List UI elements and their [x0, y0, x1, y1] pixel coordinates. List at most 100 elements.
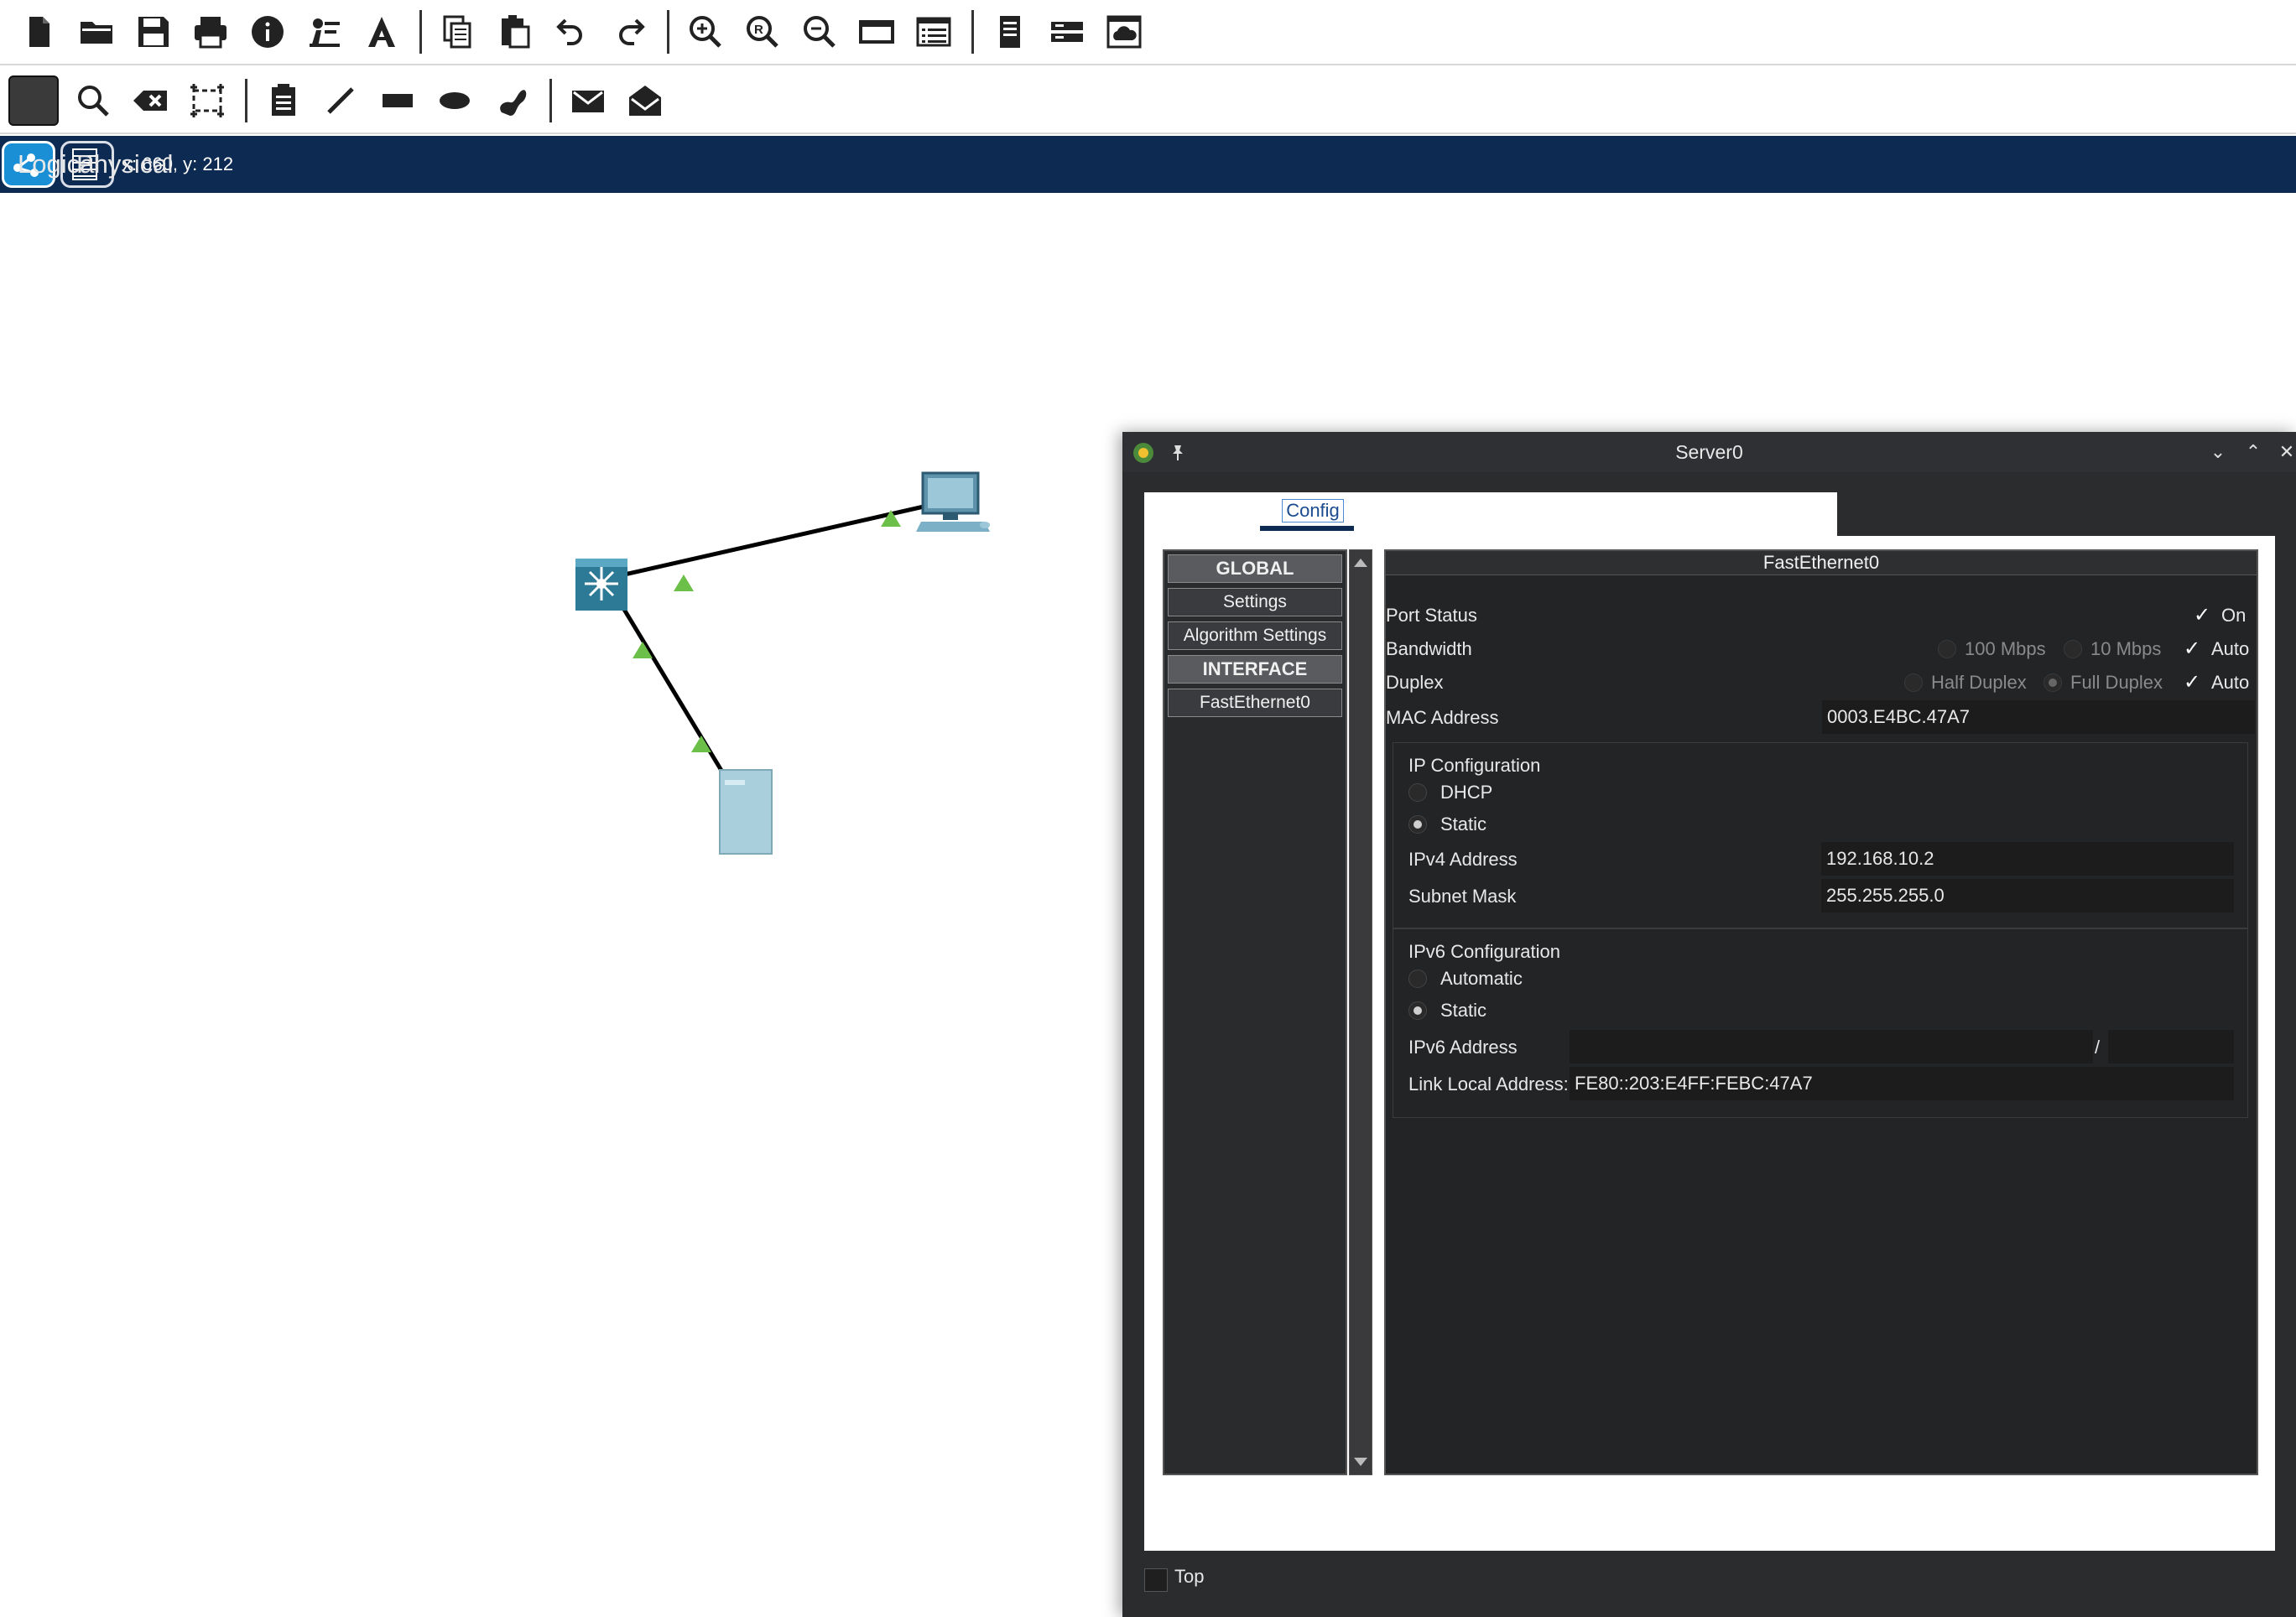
inspect-icon[interactable]	[65, 73, 121, 128]
chevron-up-icon[interactable]: ⌃	[2241, 440, 2265, 464]
network-info-icon[interactable]	[297, 4, 352, 60]
link-switch-pc[interactable]	[620, 502, 932, 578]
port-status-label: Port Status	[1386, 605, 1477, 626]
scroll-up-icon[interactable]	[1354, 559, 1367, 567]
bandwidth-label: Bandwidth	[1386, 638, 1472, 659]
custom-devices-icon[interactable]	[354, 4, 409, 60]
scroll-down-icon[interactable]	[1354, 1458, 1367, 1466]
open-folder-icon[interactable]	[69, 4, 124, 60]
draw-ellipse-icon[interactable]	[427, 73, 482, 128]
svg-text:R: R	[754, 23, 763, 37]
ipv6-automatic-radio[interactable]	[1408, 970, 1427, 988]
interface-title: FastEthernet0	[1386, 551, 2257, 575]
viewport-icon[interactable]	[982, 4, 1038, 60]
logical-mode-button[interactable]: Logical	[2, 141, 100, 188]
nav-algorithm-settings[interactable]: Algorithm Settings	[1168, 621, 1342, 650]
info-icon[interactable]	[240, 4, 295, 60]
print-icon[interactable]	[183, 4, 238, 60]
nav-global-header[interactable]: GLOBAL	[1168, 554, 1342, 583]
draw-line-icon[interactable]	[313, 73, 368, 128]
duplex-label: Duplex	[1386, 672, 1444, 693]
config-navigation-list: GLOBAL Settings Algorithm Settings INTER…	[1163, 549, 1347, 1475]
static-ip-label: Static	[1440, 814, 1487, 834]
server-icon[interactable]	[719, 769, 773, 855]
dhcp-radio[interactable]	[1408, 783, 1427, 802]
subnet-mask-label: Subnet Mask	[1408, 886, 1517, 907]
save-icon[interactable]	[126, 4, 181, 60]
static-ip-radio[interactable]	[1408, 815, 1427, 834]
add-simple-pdu-icon[interactable]	[560, 73, 616, 128]
link-local-address-label: Link Local Address:	[1408, 1074, 1569, 1094]
ipv6-static-label: Static	[1440, 1000, 1487, 1021]
undo-icon[interactable]	[544, 4, 600, 60]
tab-strip: Config	[1144, 492, 1837, 531]
draw-rectangle-icon[interactable]	[370, 73, 425, 128]
close-icon[interactable]: ✕	[2275, 440, 2296, 464]
interface-config-panel: FastEthernet0 Port Status ✓ On Bandwidth…	[1384, 549, 2258, 1475]
resize-shape-icon[interactable]	[180, 73, 235, 128]
nav-scrollbar[interactable]	[1349, 549, 1372, 1475]
bandwidth-100-radio[interactable]	[1938, 640, 1956, 658]
dialog-titlebar[interactable]: Server0 ⌄ ⌃ ✕	[1122, 432, 2296, 472]
port-status-on-label: On	[2221, 605, 2247, 626]
toolbar-separator	[971, 10, 974, 54]
nav-settings[interactable]: Settings	[1168, 588, 1342, 616]
main-toolbar: R	[0, 0, 2296, 65]
bandwidth-auto-label: Auto	[2211, 638, 2250, 659]
ipv6-configuration-group: IPv6 Configuration Automatic Static IPv6…	[1393, 928, 2248, 1118]
paste-icon[interactable]	[487, 4, 543, 60]
cloud-icon[interactable]	[1096, 4, 1152, 60]
edit-toolbar	[0, 69, 2296, 134]
dialog-title: Server0	[1675, 440, 1743, 463]
ipv6-prefix-input[interactable]	[2108, 1030, 2234, 1063]
link-up-indicator	[691, 736, 711, 752]
ipv6-static-radio[interactable]	[1408, 1001, 1427, 1020]
full-duplex-radio[interactable]	[2043, 673, 2062, 692]
bandwidth-100-label: 100 Mbps	[1965, 638, 2046, 659]
subnet-mask-input[interactable]: 255.255.255.0	[1821, 879, 2234, 912]
link-local-address-field[interactable]: FE80::203:E4FF:FEBC:47A7	[1570, 1067, 2234, 1100]
top-checkbox[interactable]	[1144, 1568, 1168, 1592]
ipv6-configuration-label: IPv6 Configuration	[1408, 941, 1560, 962]
port-status-checkbox[interactable]: ✓	[2193, 606, 2211, 626]
zoom-reset-icon[interactable]: R	[735, 4, 790, 60]
top-checkbox-label: Top	[1174, 1566, 1205, 1587]
dhcp-label: DHCP	[1440, 782, 1493, 803]
zoom-out-icon[interactable]	[792, 4, 847, 60]
select-icon[interactable]	[8, 75, 59, 126]
bandwidth-10-radio[interactable]	[2064, 640, 2082, 658]
ipv4-address-label: IPv4 Address	[1408, 849, 1518, 870]
ip-configuration-label: IP Configuration	[1408, 755, 1541, 776]
note-icon[interactable]	[256, 73, 311, 128]
bandwidth-auto-checkbox[interactable]: ✓	[2183, 639, 2201, 659]
tab-active-indicator	[1260, 526, 1354, 531]
half-duplex-radio[interactable]	[1904, 673, 1923, 692]
half-duplex-label: Half Duplex	[1931, 672, 2027, 693]
toolbar-separator	[245, 79, 247, 122]
custom-device-dialog-icon[interactable]	[906, 4, 961, 60]
chevron-down-icon[interactable]: ⌄	[2206, 440, 2230, 464]
zoom-in-icon[interactable]	[678, 4, 733, 60]
duplex-auto-checkbox[interactable]: ✓	[2183, 673, 2201, 693]
drawing-palette-icon[interactable]	[849, 4, 904, 60]
ipv4-address-input[interactable]: 192.168.10.2	[1821, 842, 2234, 876]
new-file-icon[interactable]	[12, 4, 67, 60]
mac-address-field[interactable]: 0003.E4BC.47A7	[1822, 700, 2255, 734]
delete-icon[interactable]	[122, 73, 178, 128]
redo-icon[interactable]	[601, 4, 657, 60]
freeform-icon[interactable]	[484, 73, 539, 128]
physical-mode-label: Physical	[76, 149, 174, 179]
nav-interface-header[interactable]: INTERFACE	[1168, 655, 1342, 684]
ipv6-prefix-separator: /	[2095, 1037, 2101, 1058]
tab-config[interactable]: Config	[1266, 499, 1360, 528]
toolbar-separator	[549, 79, 552, 122]
copy-icon[interactable]	[430, 4, 486, 60]
ipv6-address-input[interactable]	[1570, 1030, 2093, 1063]
nav-fastethernet0[interactable]: FastEthernet0	[1168, 689, 1342, 717]
topology-diagram	[575, 471, 990, 855]
device-template-icon[interactable]	[1039, 4, 1095, 60]
multilayer-switch-icon[interactable]	[575, 559, 627, 611]
add-complex-pdu-icon[interactable]	[617, 73, 673, 128]
pc-icon[interactable]	[916, 471, 990, 532]
bandwidth-10-label: 10 Mbps	[2090, 638, 2162, 659]
